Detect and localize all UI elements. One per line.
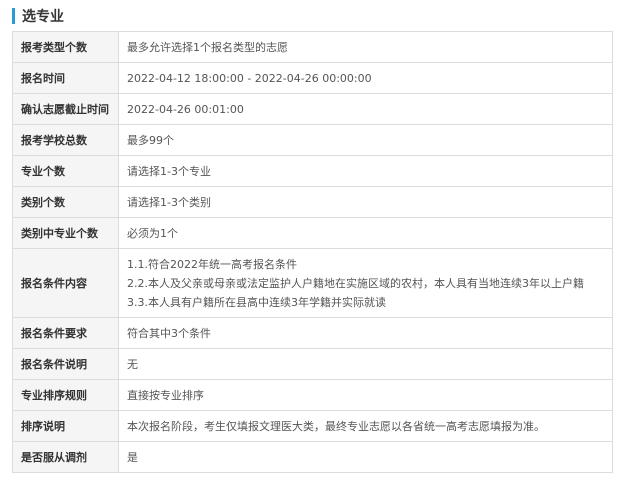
table-row: 报名条件内容 1.1.符合2022年统一高考报名条件 2.2.本人及父亲或母亲或… bbox=[12, 248, 613, 318]
row-value: 直接按专业排序 bbox=[118, 379, 613, 411]
row-label: 专业个数 bbox=[12, 155, 119, 187]
row-label: 类别中专业个数 bbox=[12, 217, 119, 249]
table-row: 报名条件说明 无 bbox=[12, 348, 613, 380]
section-title: 选专业 bbox=[22, 9, 64, 25]
row-value: 是 bbox=[118, 441, 613, 473]
table-row: 报名条件要求 符合其中3个条件 bbox=[12, 317, 613, 349]
condition-line: 1.1.符合2022年统一高考报名条件 bbox=[127, 257, 297, 271]
row-value: 必须为1个 bbox=[118, 217, 613, 249]
row-label: 报名条件要求 bbox=[12, 317, 119, 349]
major-info-table: 报考类型个数 最多允许选择1个报名类型的志愿 报名时间 2022-04-12 1… bbox=[12, 31, 613, 473]
row-value: 无 bbox=[118, 348, 613, 380]
row-label: 报考类型个数 bbox=[12, 31, 119, 63]
table-row: 排序说明 本次报名阶段，考生仅填报文理医大类，最终专业志愿以各省统一高考志愿填报… bbox=[12, 410, 613, 442]
row-value: 请选择1-3个类别 bbox=[118, 186, 613, 218]
condition-line: 2.2.本人及父亲或母亲或法定监护人户籍地在实施区域的农村，本人具有当地连续3年… bbox=[127, 276, 584, 290]
row-value: 最多99个 bbox=[118, 124, 613, 156]
row-value: 符合其中3个条件 bbox=[118, 317, 613, 349]
row-value: 2022-04-26 00:01:00 bbox=[118, 93, 613, 125]
table-row: 确认志愿截止时间 2022-04-26 00:01:00 bbox=[12, 93, 613, 125]
row-label: 报名时间 bbox=[12, 62, 119, 94]
section-header: 选专业 bbox=[12, 6, 64, 26]
table-row: 专业排序规则 直接按专业排序 bbox=[12, 379, 613, 411]
table-row: 报考学校总数 最多99个 bbox=[12, 124, 613, 156]
row-value: 2022-04-12 18:00:00 - 2022-04-26 00:00:0… bbox=[118, 62, 613, 94]
row-value-multiline: 1.1.符合2022年统一高考报名条件 2.2.本人及父亲或母亲或法定监护人户籍… bbox=[118, 248, 613, 318]
row-value: 本次报名阶段，考生仅填报文理医大类，最终专业志愿以各省统一高考志愿填报为准。 bbox=[118, 410, 613, 442]
section-accent-bar bbox=[12, 8, 15, 24]
table-row: 报名时间 2022-04-12 18:00:00 - 2022-04-26 00… bbox=[12, 62, 613, 94]
row-value: 请选择1-3个专业 bbox=[118, 155, 613, 187]
row-label: 专业排序规则 bbox=[12, 379, 119, 411]
row-label: 是否服从调剂 bbox=[12, 441, 119, 473]
table-row: 报考类型个数 最多允许选择1个报名类型的志愿 bbox=[12, 31, 613, 63]
row-label: 排序说明 bbox=[12, 410, 119, 442]
condition-line: 3.3.本人具有户籍所在县高中连续3年学籍并实际就读 bbox=[127, 295, 386, 309]
table-row: 是否服从调剂 是 bbox=[12, 441, 613, 473]
row-label: 类别个数 bbox=[12, 186, 119, 218]
table-row: 类别个数 请选择1-3个类别 bbox=[12, 186, 613, 218]
row-label: 报考学校总数 bbox=[12, 124, 119, 156]
table-row: 类别中专业个数 必须为1个 bbox=[12, 217, 613, 249]
table-row: 专业个数 请选择1-3个专业 bbox=[12, 155, 613, 187]
row-label: 报名条件内容 bbox=[12, 248, 119, 318]
row-value: 最多允许选择1个报名类型的志愿 bbox=[118, 31, 613, 63]
row-label: 报名条件说明 bbox=[12, 348, 119, 380]
row-label: 确认志愿截止时间 bbox=[12, 93, 119, 125]
